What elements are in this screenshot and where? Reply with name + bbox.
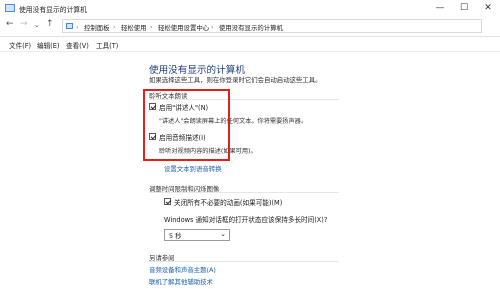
forward-icon[interactable]: → bbox=[20, 19, 28, 29]
breadcrumb-control-panel[interactable]: 控制面板 bbox=[84, 23, 110, 32]
control-panel-icon bbox=[66, 23, 73, 29]
menu-tools[interactable]: 工具(T) bbox=[96, 40, 118, 50]
breadcrumb-separator: › bbox=[211, 23, 214, 31]
audio-devices-link[interactable]: 音频设备和声音主题(A) bbox=[149, 265, 216, 274]
chevron-down-icon: ⌄ bbox=[220, 230, 226, 238]
page-title: 使用没有显示的计算机 bbox=[149, 65, 245, 76]
turn-off-animations-label[interactable]: 关闭所有不必要的动画(如果可能)(M) bbox=[174, 197, 282, 207]
breadcrumb-current[interactable]: 使用没有显示的计算机 bbox=[219, 23, 283, 32]
menu-bar: 文件(F) 编辑(E) 查看(V) 工具(T) bbox=[0, 37, 500, 52]
breadcrumb-ease-of-access[interactable]: 轻松使用 bbox=[121, 23, 147, 32]
notification-duration-label: Windows 通知对话框的打开状态应该保持多长时间(X)? bbox=[164, 216, 328, 224]
page-description: 如果选择这些工具，则在你登录时它们会自动启动这些工具。 bbox=[149, 76, 322, 84]
title-bar: 使用没有显示的计算机 — ☐ ✕ bbox=[0, 0, 500, 17]
turn-off-animations-checkbox[interactable] bbox=[164, 198, 171, 205]
section-divider bbox=[149, 192, 339, 193]
breadcrumb-separator: › bbox=[113, 23, 116, 31]
assistive-tech-link[interactable]: 联机了解其他辅助技术 bbox=[149, 277, 213, 286]
control-panel-icon bbox=[5, 4, 15, 12]
window-title: 使用没有显示的计算机 bbox=[19, 6, 87, 14]
breadcrumb-ease-of-access-center[interactable]: 轻松使用设置中心 bbox=[158, 23, 209, 32]
menu-edit[interactable]: 编辑(E) bbox=[37, 40, 60, 50]
maximize-button[interactable]: ☐ bbox=[452, 0, 476, 17]
section-divider bbox=[149, 261, 339, 262]
text-to-speech-link[interactable]: 设置文本到语音转换 bbox=[164, 164, 222, 173]
up-icon[interactable]: ↑ bbox=[46, 19, 54, 29]
close-button[interactable]: ✕ bbox=[476, 0, 500, 17]
address-box[interactable]: › 控制面板 › 轻松使用 › 轻松使用设置中心 › 使用没有显示的计算机 bbox=[62, 19, 482, 33]
notification-duration-select[interactable]: 5 秒 ⌄ bbox=[164, 229, 230, 241]
recent-locations-icon[interactable]: ⌄ bbox=[34, 21, 40, 29]
selected-value: 5 秒 bbox=[169, 232, 182, 240]
address-bar: ← → ⌄ ↑ › 控制面板 › 轻松使用 › 轻松使用设置中心 › 使用没有显… bbox=[0, 17, 500, 37]
menu-view[interactable]: 查看(V) bbox=[66, 40, 89, 50]
menu-file[interactable]: 文件(F) bbox=[9, 40, 31, 50]
breadcrumb-separator: › bbox=[76, 23, 79, 31]
highlight-box bbox=[143, 89, 230, 161]
breadcrumb-separator: › bbox=[150, 23, 153, 31]
minimize-button[interactable]: — bbox=[428, 0, 452, 17]
back-icon[interactable]: ← bbox=[6, 19, 14, 29]
